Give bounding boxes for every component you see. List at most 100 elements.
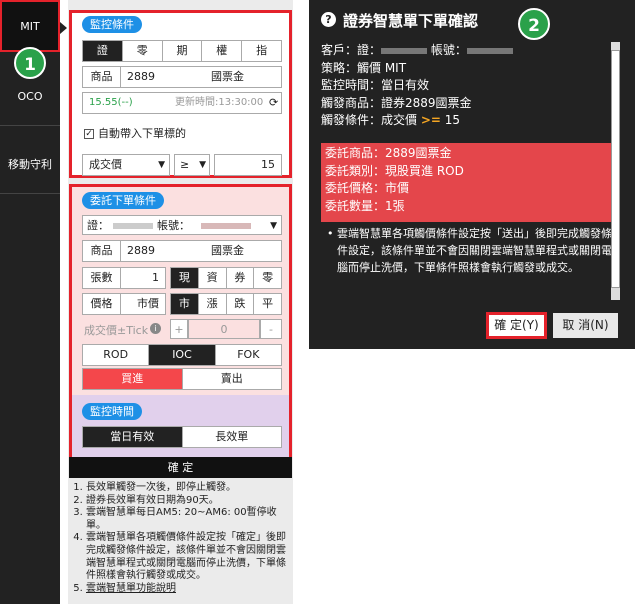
watch-long-term[interactable]: 長效單 [183, 427, 282, 447]
dialog-account-label: 帳號： [430, 43, 467, 57]
nav-item-trailing[interactable]: 移動守利 [0, 136, 60, 194]
trigger-condition-row: 觸發條件：成交價 >= 15 [321, 112, 619, 130]
type-short[interactable]: 券 [227, 268, 255, 288]
confirm-dialog: ? 證券智慧單下單確認 客戶：證： 帳號： 策略：觸價 MIT 監控時間：當日有… [309, 0, 635, 349]
step-badge-2: 2 [518, 8, 550, 40]
price-limit-down[interactable]: 跌 [227, 294, 255, 314]
tif-rod[interactable]: ROD [83, 345, 150, 365]
dialog-cancel-button[interactable]: 取 消(N) [553, 313, 618, 338]
dialog-scrollbar[interactable] [611, 42, 620, 300]
chevron-down-icon: ▼ [199, 160, 206, 170]
step-badge-1: 1 [14, 47, 46, 79]
chevron-down-icon: ▼ [270, 221, 277, 231]
chevron-down-icon: ▼ [158, 160, 165, 170]
order-qty-row: 委託數量：1張 [325, 198, 405, 213]
monitor-product-field[interactable]: 商品 2889 國票金 [82, 66, 282, 88]
operator-value: ≥ [180, 158, 190, 171]
price-market[interactable]: 市 [171, 294, 199, 314]
info-icon[interactable]: i [150, 323, 161, 334]
type-cash[interactable]: 現 [171, 268, 199, 288]
masked-client-id [381, 47, 428, 54]
dialog-note-text: 雲端智慧單各項觸價條件設定按「送出」後即完成觸發條件設定，該條件單並不會因關閉雲… [337, 227, 612, 274]
order-price-row: 委託價格：市價 [325, 181, 410, 195]
side-sell[interactable]: 賣出 [183, 369, 282, 389]
tick-label: 成交價±Tick [84, 324, 149, 337]
scrollbar-thumb[interactable] [611, 50, 620, 288]
tab-stock[interactable]: 證 [83, 41, 123, 61]
tick-minus-button[interactable]: - [260, 319, 282, 339]
type-margin[interactable]: 資 [199, 268, 227, 288]
order-section: 委託下單條件 證： 帳號： ▼ 商品 2889 國票金 張數 1 現 資 券 零… [69, 184, 292, 478]
note-item: 雲端智慧單各項觸價條件設定按「確定」後即完成觸發條件設定，該條件單並不會因關閉雲… [86, 532, 292, 582]
side-buy[interactable]: 買進 [83, 369, 183, 389]
tab-index[interactable]: 指 [242, 41, 281, 61]
product-code: 2889 [127, 244, 155, 257]
note-item: 雲端智慧單每日AM5: 20~AM6: 00暫停收單。 [86, 507, 292, 532]
help-link[interactable]: 雲端智慧單功能說明 [86, 583, 176, 594]
note-item: 雲端智慧單功能說明 [86, 583, 292, 596]
order-type-row: 委託類別：現股買進 ROD [325, 163, 464, 178]
tab-options[interactable]: 權 [202, 41, 243, 61]
refresh-icon[interactable]: ⟳ [269, 93, 278, 113]
tif-fok[interactable]: FOK [216, 345, 281, 365]
tick-input[interactable]: 0 [188, 319, 260, 339]
watch-time-section: 監控時間 當日有效 長效單 [72, 395, 289, 457]
price-flat[interactable]: 平 [254, 294, 281, 314]
question-icon: ? [321, 12, 336, 27]
market-tabs: 證 零 期 權 指 [82, 40, 282, 62]
note-item: 長效單觸發一次後，即停止觸發。 [86, 482, 292, 495]
monitor-section: 監控條件 證 零 期 權 指 商品 2889 國票金 15.55(--) 更新時… [69, 10, 292, 178]
auto-bring-checkbox[interactable]: ✓ [84, 129, 94, 139]
product-label: 商品 [83, 67, 121, 87]
bullet-icon: • [327, 227, 334, 240]
order-type-tabs: 現 資 券 零 [170, 267, 282, 289]
tif-ioc[interactable]: IOC [149, 345, 216, 365]
type-odd[interactable]: 零 [254, 268, 281, 288]
condition-value: 成交價 [89, 158, 122, 171]
trigger-operator: >= [420, 113, 441, 127]
operator-select[interactable]: ≥ ▼ [174, 154, 210, 176]
order-product-row: 委託商品：2889國票金 [325, 146, 452, 160]
tif-tabs: ROD IOC FOK [82, 344, 282, 366]
product-label: 商品 [83, 241, 121, 261]
tab-odd-lot[interactable]: 零 [123, 41, 163, 61]
order-title: 委託下單條件 [82, 192, 164, 209]
notes-list: 長效單觸發一次後，即停止觸發。 證券長效單有效日期為90天。 雲端智慧單每日AM… [72, 482, 292, 595]
auto-bring-label: 自動帶入下單標的 [98, 127, 186, 140]
account-prefix: 證： [87, 219, 109, 232]
dialog-title: 證券智慧單下單確認 [343, 12, 479, 30]
selected-arrow-icon [60, 22, 67, 34]
price-input[interactable]: 價格 市價 [82, 293, 166, 315]
qty-label: 張數 [83, 268, 121, 288]
dialog-body: 客戶：證： 帳號： 策略：觸價 MIT 監控時間：當日有效 觸發商品：證券288… [321, 42, 619, 274]
trigger-product-row: 觸發商品：證券2889國票金 [321, 95, 472, 110]
strategy-row: 策略：觸價 MIT [321, 60, 407, 75]
trigger-cond-prefix: 觸發條件：成交價 [321, 113, 418, 127]
qty-input[interactable]: 張數 1 [82, 267, 166, 289]
update-time: 更新時間:13:30:00 [175, 97, 264, 108]
trigger-value: 15 [444, 113, 461, 127]
order-summary: 委託商品：2889國票金 委託類別：現股買進 ROD 委託價格：市價 委託數量：… [321, 143, 619, 222]
watch-today[interactable]: 當日有效 [83, 427, 183, 447]
price-label: 價格 [83, 294, 121, 314]
side-tabs: 買進 賣出 [82, 368, 282, 390]
confirm-button[interactable]: 確 定 [69, 457, 292, 478]
threshold-input[interactable]: 15 [214, 154, 282, 176]
order-product-field[interactable]: 商品 2889 國票金 [82, 240, 282, 262]
dialog-ok-button[interactable]: 確 定(Y) [486, 312, 547, 339]
product-name: 國票金 [211, 70, 244, 83]
monitor-time-row: 監控時間：當日有效 [321, 78, 430, 92]
masked-account-no [201, 223, 251, 229]
watch-time-tabs: 當日有效 長效單 [82, 426, 282, 448]
account-label: 帳號： [157, 219, 190, 232]
price-limit-up[interactable]: 漲 [199, 294, 227, 314]
product-code: 2889 [127, 70, 155, 83]
strategy-nav: MIT OCO 移動守利 [0, 0, 60, 604]
nav-item-mit[interactable]: MIT [0, 0, 60, 52]
monitor-title: 監控條件 [82, 16, 142, 33]
tick-plus-button[interactable]: + [170, 319, 188, 339]
account-select[interactable]: 證： 帳號： ▼ [82, 215, 282, 235]
last-price: 15.55(--) [89, 97, 133, 108]
condition-select[interactable]: 成交價 ▼ [82, 154, 170, 176]
tab-futures[interactable]: 期 [163, 41, 203, 61]
